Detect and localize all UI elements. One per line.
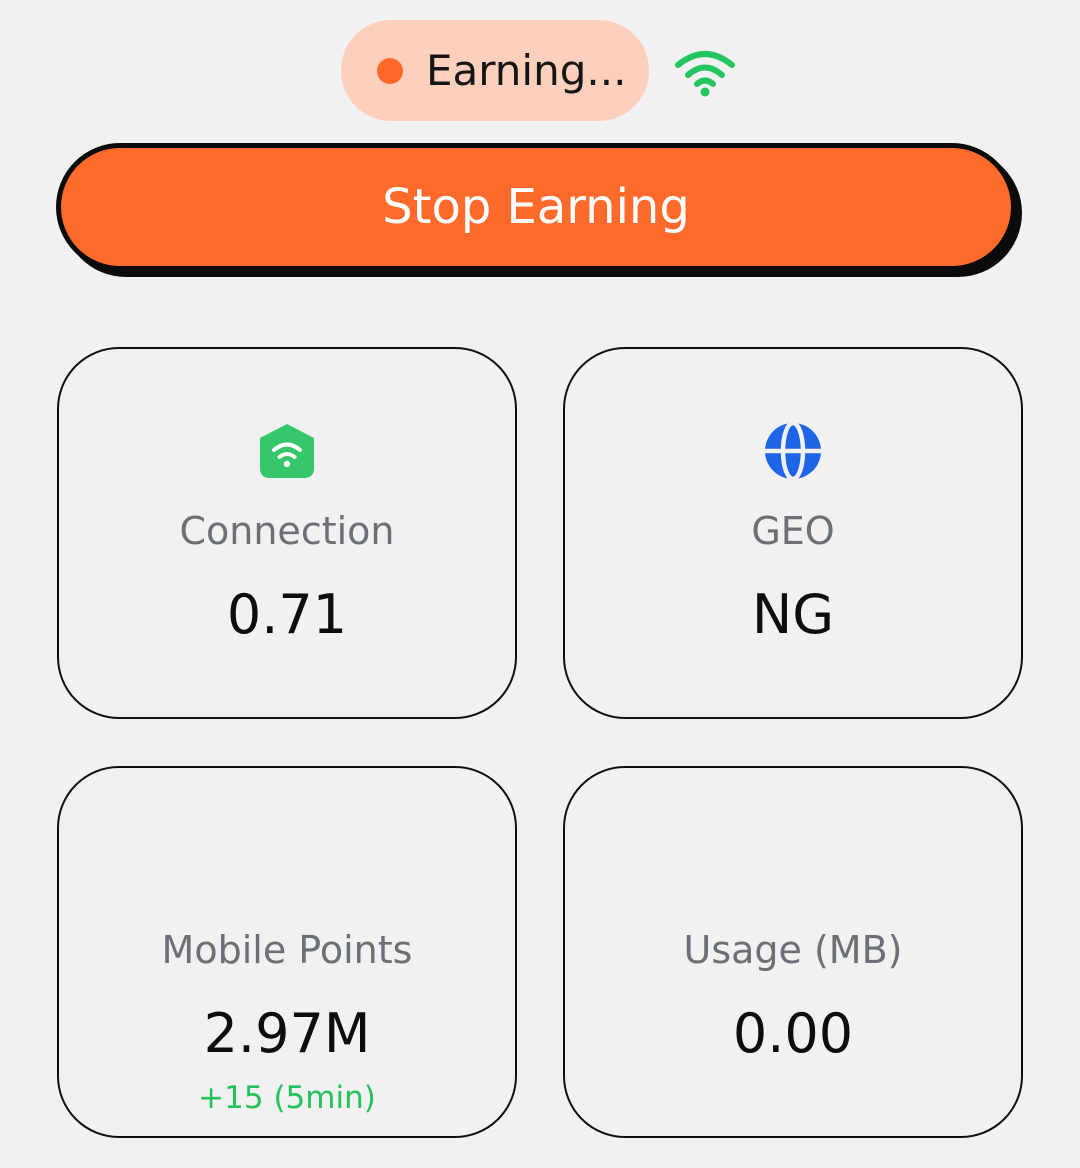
geo-label: GEO <box>751 509 835 553</box>
stop-earning-button[interactable]: Stop Earning <box>56 143 1016 271</box>
connection-value: 0.71 <box>226 583 348 646</box>
connection-card: Connection 0.71 <box>57 347 517 719</box>
usage-label: Usage (MB) <box>683 928 903 972</box>
status-dot-icon <box>377 57 403 84</box>
geo-value: NG <box>751 583 835 646</box>
wifi-icon <box>675 51 735 97</box>
mobile-points-card: Mobile Points 2.97M +15 (5min) <box>57 766 517 1138</box>
globe-icon <box>765 421 821 481</box>
stop-earning-label: Stop Earning <box>382 179 690 235</box>
home-wifi-icon <box>260 424 314 478</box>
geo-card: GEO NG <box>563 347 1023 719</box>
mobile-points-label: Mobile Points <box>161 928 413 972</box>
earning-status-text: Earning... <box>426 46 627 95</box>
mobile-points-delta: +15 (5min) <box>198 1080 376 1116</box>
usage-value: 0.00 <box>732 1002 854 1065</box>
earning-status-badge: Earning... <box>341 20 649 121</box>
connection-label: Connection <box>179 509 395 553</box>
mobile-points-value: 2.97M <box>203 1002 371 1065</box>
usage-card: Usage (MB) 0.00 <box>563 766 1023 1138</box>
